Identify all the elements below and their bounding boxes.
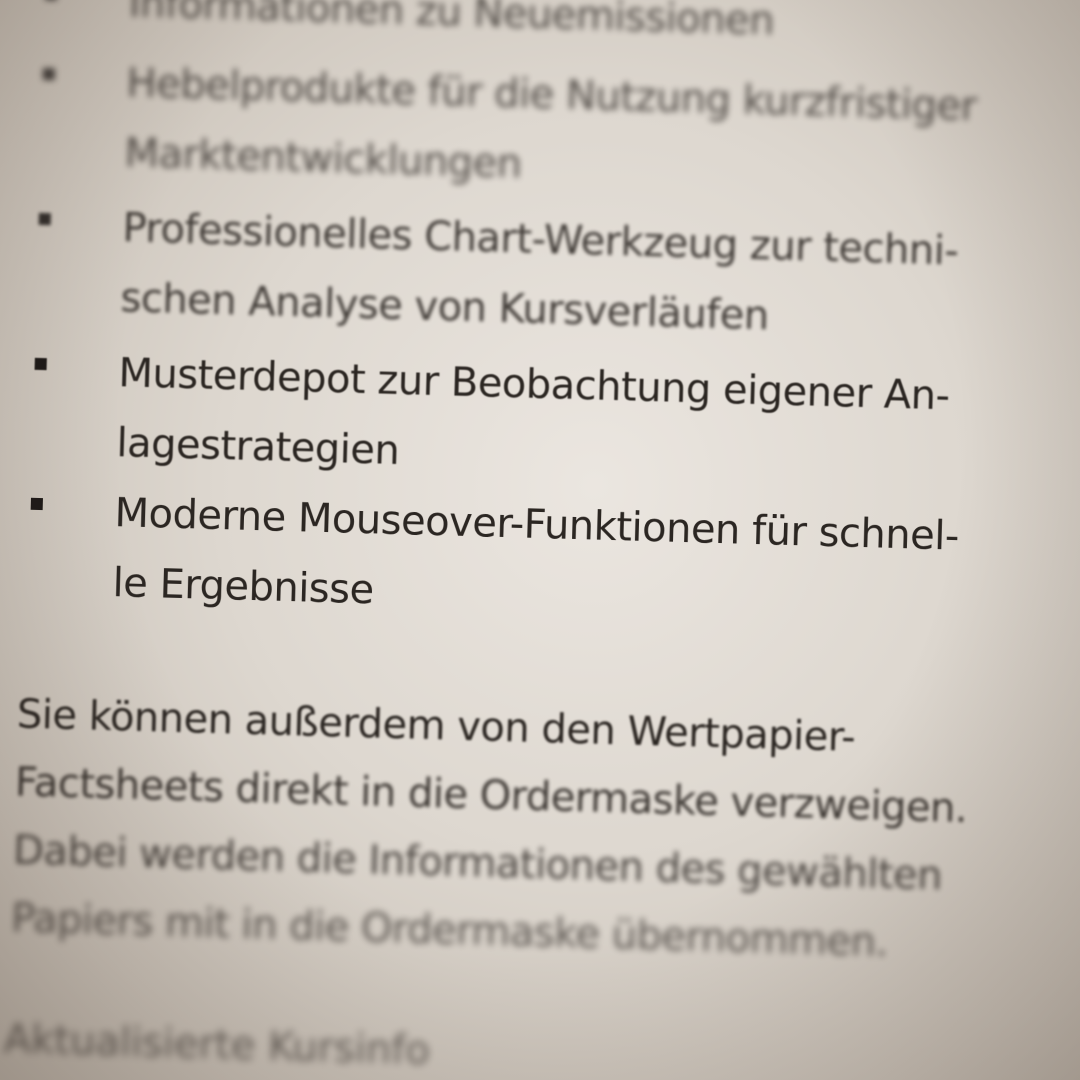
list-item: Hebelprodukte für die Nutzung kurzfristi…	[42, 46, 1080, 187]
list-item-line: Informationen zu Neuemissionen	[128, 0, 775, 45]
feature-bullet-list: Informationen zu Neuemissionen Hebelprod…	[30, 0, 1080, 613]
bullet-square-icon	[42, 67, 55, 81]
paper-sheet: Informationen zu Neuemissionen Hebelprod…	[0, 0, 1080, 1080]
body-paragraph: Sie können außerdem von den Wertpapier- …	[10, 680, 1080, 983]
bullet-square-icon	[34, 357, 47, 371]
list-item-text: Professionelles Chart-Werkzeug zur techn…	[120, 193, 960, 356]
list-item-text: Moderne Mouseover-Funktionen für schnel-…	[112, 478, 960, 642]
list-item-text: Hebelprodukte für die Nutzung kurzfristi…	[124, 48, 978, 212]
photo-of-document: Informationen zu Neuemissionen Hebelprod…	[0, 0, 1080, 1080]
list-item-text: Informationen zu Neuemissionen	[128, 0, 775, 56]
bullet-square-icon	[30, 497, 43, 511]
list-item-text: Musterdepot zur Beobachtung eigener An- …	[116, 338, 951, 501]
cut-off-heading: Aktualisierte Kursinfo	[3, 1016, 431, 1075]
bullet-square-icon	[38, 212, 51, 226]
